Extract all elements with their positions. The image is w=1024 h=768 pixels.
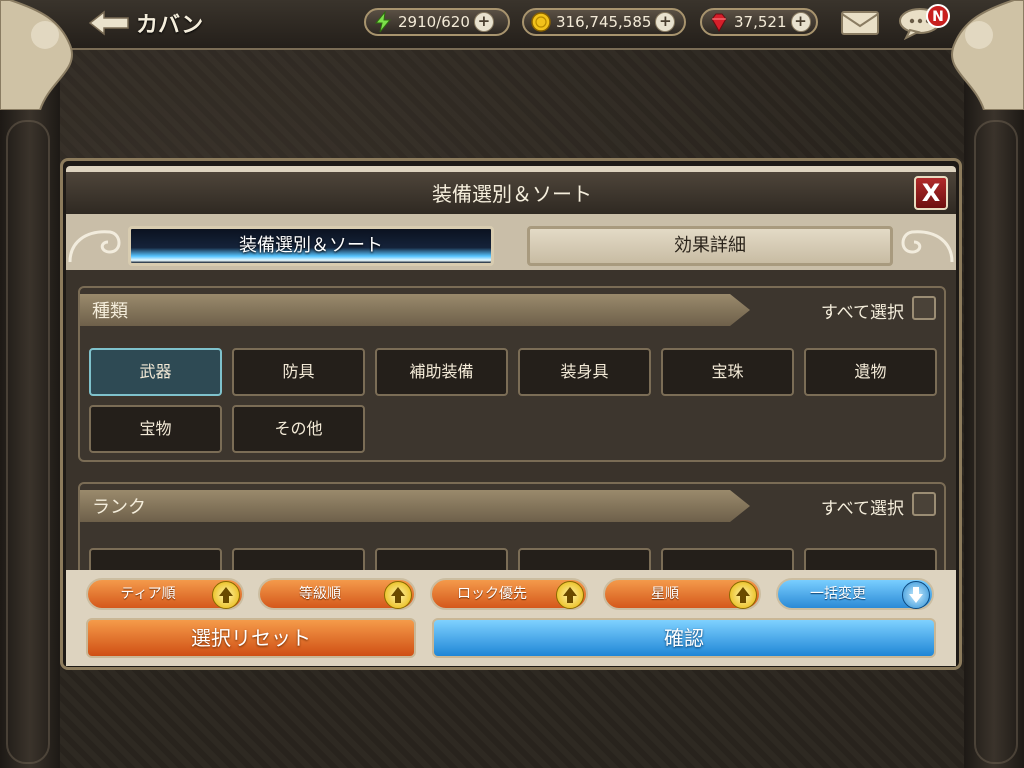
- rank-section-header: [80, 490, 750, 522]
- rank-option[interactable]: [804, 548, 937, 570]
- sort-grade-label: 等級順: [299, 586, 341, 602]
- back-label: カバン: [136, 13, 204, 38]
- right-frame: [964, 0, 1024, 768]
- filter-content: 種類 すべて選択 武器 防具 補助装備 装身具 宝珠 遺物 宝物 その他 ランク…: [66, 270, 956, 570]
- red-gem-icon: [711, 13, 727, 32]
- type-section-header: [80, 294, 750, 326]
- back-button[interactable]: カバン: [88, 8, 203, 38]
- scroll-ornament-left-icon: [68, 230, 121, 263]
- stamina-value: 2910/620: [398, 13, 470, 31]
- category-other[interactable]: その他: [232, 405, 365, 453]
- sort-star-label: 星順: [651, 586, 679, 602]
- arrow-up-icon: [212, 581, 240, 609]
- type-select-all-label[interactable]: すべて選択: [821, 298, 904, 323]
- notification-badge: N: [926, 4, 950, 28]
- category-support-gear[interactable]: 補助装備: [375, 348, 508, 396]
- rank-section: ランク すべて選択: [78, 482, 946, 570]
- gold-plus-button[interactable]: +: [655, 12, 676, 32]
- stamina-plus-button[interactable]: +: [473, 12, 494, 32]
- rank-option[interactable]: [661, 548, 794, 570]
- rank-option[interactable]: [89, 548, 222, 570]
- tab-effect-details[interactable]: 効果詳細: [527, 226, 893, 266]
- rank-option[interactable]: [375, 548, 508, 570]
- sort-grade-button[interactable]: 等級順: [258, 578, 416, 610]
- arrow-down-icon: [902, 581, 930, 609]
- category-armor[interactable]: 防具: [232, 348, 365, 396]
- arrow-up-icon: [729, 581, 757, 609]
- left-ornament: [6, 120, 50, 764]
- type-section: 種類 すべて選択 武器 防具 補助装備 装身具 宝珠 遺物 宝物 その他: [78, 286, 946, 462]
- gold-coin-icon: [531, 12, 551, 32]
- bulk-change-label: 一括変更: [810, 586, 866, 602]
- rank-option[interactable]: [518, 548, 651, 570]
- sort-tier-label: ティア順: [120, 586, 176, 602]
- scroll-ornament-right-icon: [901, 230, 954, 263]
- arrow-up-icon: [384, 581, 412, 609]
- gem-counter: 37,521 +: [700, 8, 818, 36]
- gold-counter: 316,745,585 +: [522, 8, 686, 36]
- bulk-change-button[interactable]: 一括変更: [776, 578, 934, 610]
- rank-select-all-label[interactable]: すべて選択: [821, 494, 904, 519]
- back-arrow-icon: [88, 10, 129, 36]
- arrow-up-icon: [556, 581, 584, 609]
- category-relic[interactable]: 遺物: [804, 348, 937, 396]
- gem-plus-button[interactable]: +: [790, 12, 811, 32]
- stamina-counter: 2910/620 +: [364, 8, 510, 36]
- rank-option[interactable]: [232, 548, 365, 570]
- close-button[interactable]: X: [914, 176, 948, 210]
- dialog-title: 装備選別＆ソート: [432, 182, 592, 206]
- category-orb[interactable]: 宝珠: [661, 348, 794, 396]
- rank-select-all-checkbox[interactable]: [912, 492, 936, 516]
- left-frame: [0, 0, 60, 768]
- mail-icon[interactable]: [840, 8, 880, 38]
- confirm-button[interactable]: 確認: [432, 618, 936, 658]
- type-select-all-checkbox[interactable]: [912, 296, 936, 320]
- lightning-icon: [374, 11, 392, 33]
- sort-tier-button[interactable]: ティア順: [86, 578, 244, 610]
- sort-lock-priority-button[interactable]: ロック優先: [430, 578, 588, 610]
- reset-selection-button[interactable]: 選択リセット: [86, 618, 416, 658]
- category-weapon[interactable]: 武器: [89, 348, 222, 396]
- statue-left-icon: [0, 0, 73, 110]
- category-accessory[interactable]: 装身具: [518, 348, 651, 396]
- category-treasure[interactable]: 宝物: [89, 405, 222, 453]
- gold-value: 316,745,585: [556, 13, 652, 31]
- tab-selection-sort[interactable]: 装備選別＆ソート: [128, 226, 494, 266]
- gem-value: 37,521: [734, 13, 787, 31]
- type-section-label: 種類: [92, 301, 128, 322]
- sort-lock-priority-label: ロック優先: [457, 586, 527, 602]
- right-ornament: [974, 120, 1018, 764]
- rank-section-label: ランク: [92, 497, 146, 518]
- sort-star-button[interactable]: 星順: [603, 578, 761, 610]
